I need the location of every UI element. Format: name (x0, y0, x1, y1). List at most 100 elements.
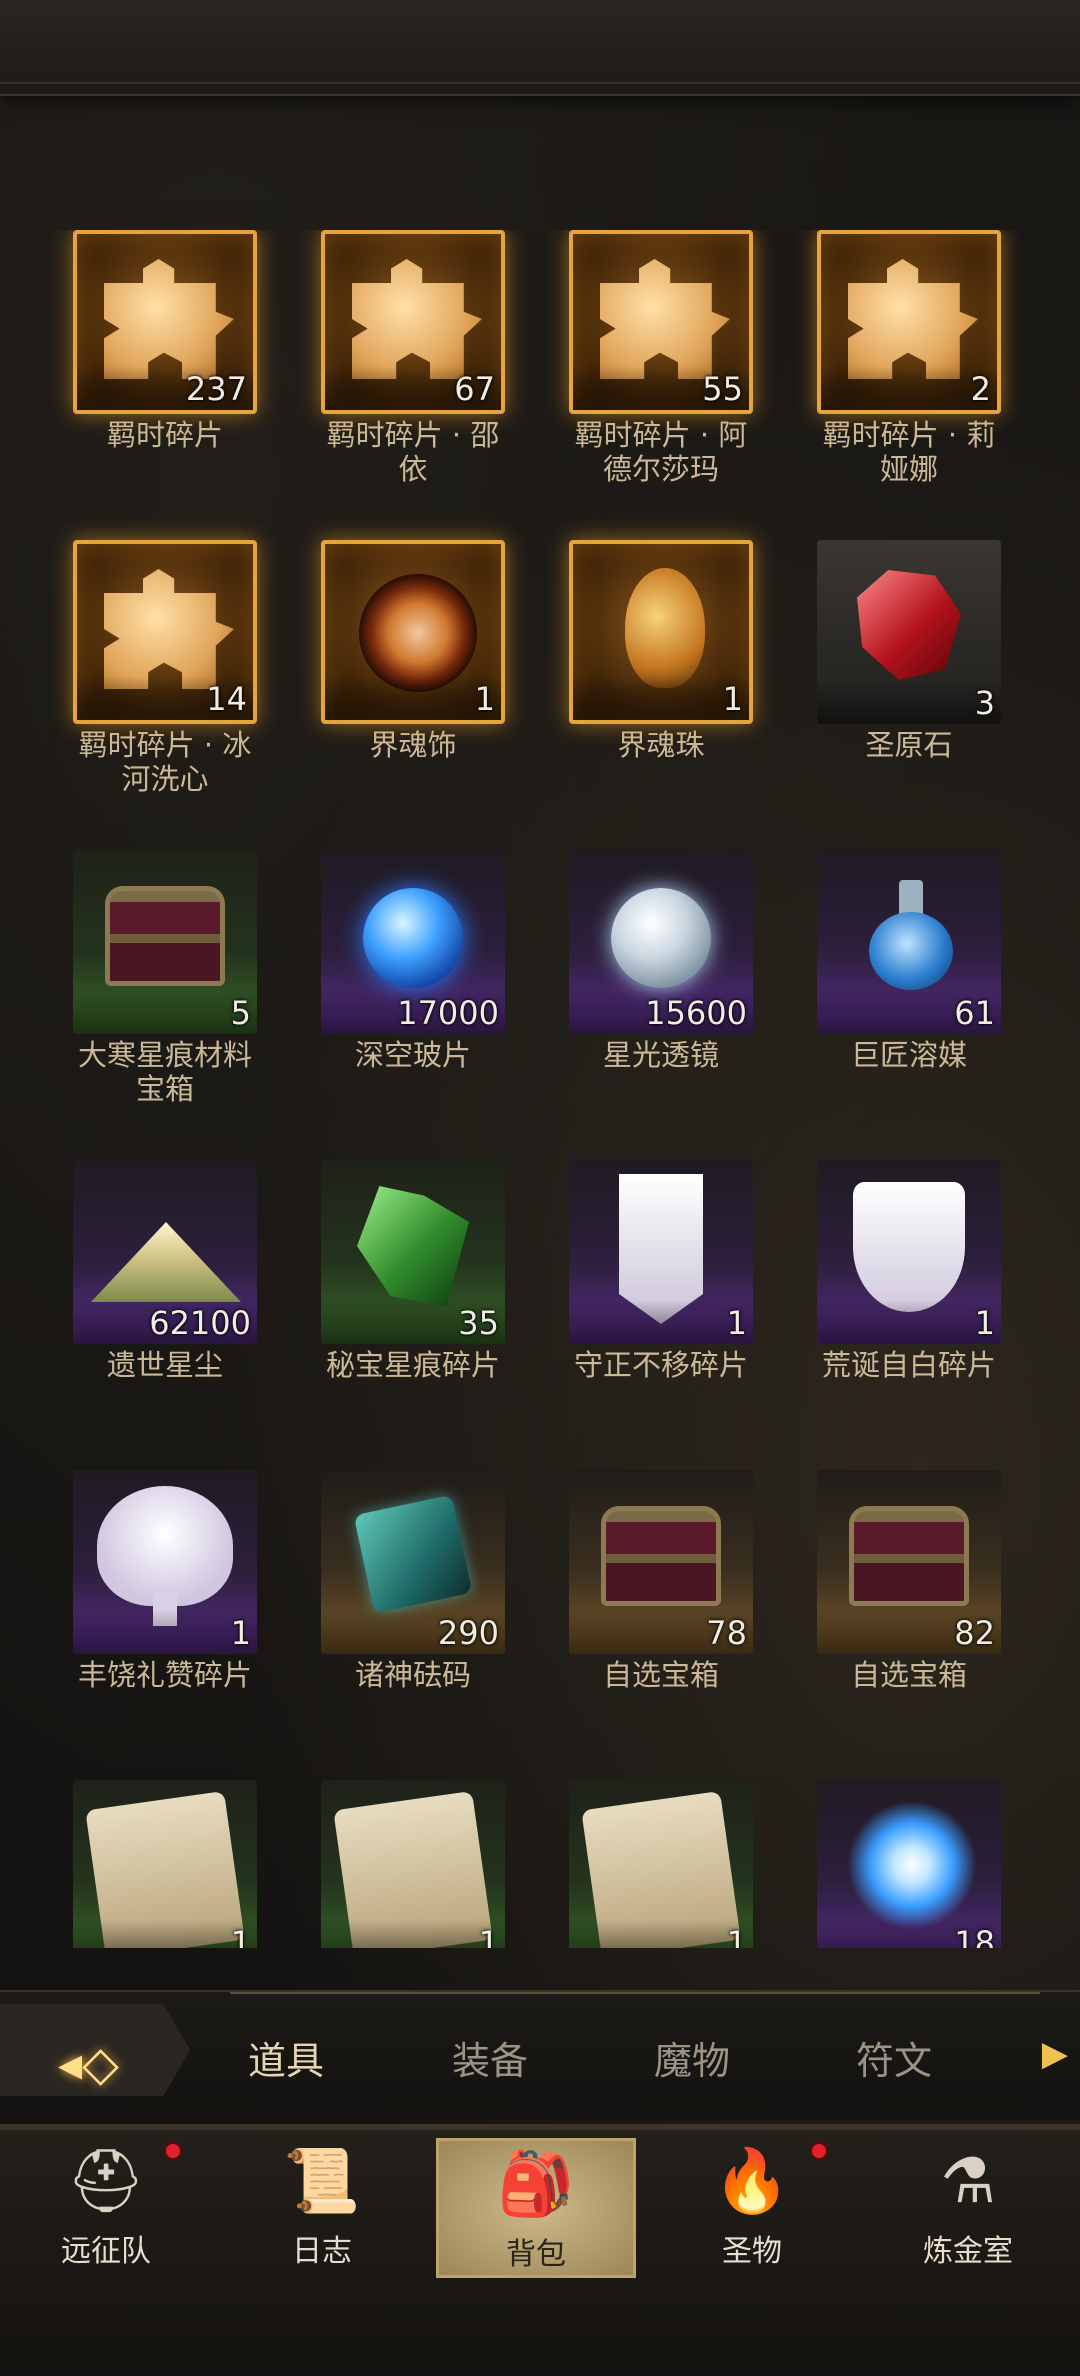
item-quantity: 3 (974, 684, 995, 722)
item-quantity: 35 (458, 1304, 499, 1342)
item-name: 羁时碎片 · 邵依 (326, 418, 500, 486)
inventory-item[interactable]: 3 圣原石 (814, 540, 1004, 762)
nav-label: 圣物 (722, 2234, 782, 2269)
tab-props[interactable]: 道具 (248, 2030, 324, 2085)
item-name: 丰饶礼赞碎片 (77, 1658, 252, 1692)
item-art-icon (357, 1186, 469, 1306)
item-slot[interactable]: 5 (73, 850, 257, 1034)
item-slot[interactable]: 237 (73, 230, 257, 414)
inventory-item[interactable]: 78 自选宝箱 (566, 1470, 756, 1692)
item-art-icon (857, 570, 961, 680)
inventory-item[interactable]: 5 大寒星痕材料宝箱 (70, 850, 260, 1106)
item-quantity: 62100 (149, 1304, 251, 1342)
item-slot[interactable]: 15600 (569, 850, 753, 1034)
inventory-item[interactable]: 1 界魂饰 (318, 540, 508, 762)
nav-journal[interactable]: 📜 日志 (222, 2138, 422, 2278)
item-quantity: 67 (454, 370, 495, 408)
item-art-icon (105, 886, 225, 986)
item-name: 自选宝箱 (602, 1658, 719, 1692)
qty-shade (569, 1300, 753, 1344)
item-art-icon (104, 569, 234, 689)
item-quantity: 1 (230, 1924, 251, 1948)
item-art-icon (601, 1506, 721, 1606)
item-slot[interactable]: 14 (73, 540, 257, 724)
item-name: 大寒星痕材料宝箱 (77, 1038, 252, 1106)
item-slot[interactable]: 1 (73, 1780, 257, 1948)
inventory-item[interactable]: 1 荒诞自白碎片 (814, 1160, 1004, 1382)
tab-equipment[interactable]: 装备 (452, 2030, 528, 2085)
journal-icon: 📜 (283, 2144, 361, 2217)
diamond-arrow-icon: ◂◇ (58, 2036, 120, 2092)
item-slot[interactable]: 2 (817, 230, 1001, 414)
inventory-item[interactable]: 2 羁时碎片 · 莉娅娜 (814, 230, 1004, 486)
item-slot[interactable]: 1 (569, 1160, 753, 1344)
item-name: 深空玻片 (354, 1038, 471, 1072)
inventory-item[interactable]: 55 羁时碎片 · 阿德尔莎玛 (566, 230, 756, 486)
inventory-item[interactable]: 1 界魂珠 (566, 540, 756, 762)
item-slot[interactable]: 17000 (321, 850, 505, 1034)
item-slot[interactable]: 290 (321, 1470, 505, 1654)
nav-backpack[interactable]: 🎒 背包 (436, 2138, 636, 2278)
item-slot[interactable]: 62100 (73, 1160, 257, 1344)
inventory-item[interactable]: 1 (318, 1780, 508, 1948)
item-art-icon (611, 888, 711, 988)
qty-shade (73, 1920, 257, 1948)
item-slot[interactable]: 35 (321, 1160, 505, 1344)
inventory-item[interactable]: 35 秘宝星痕碎片 (318, 1160, 508, 1382)
inventory-item[interactable]: 290 诸神砝码 (318, 1470, 508, 1692)
inventory-item[interactable]: 1 (566, 1780, 756, 1948)
item-quantity: 237 (185, 370, 247, 408)
item-name: 秘宝星痕碎片 (325, 1348, 500, 1382)
item-quantity: 1 (478, 1924, 499, 1948)
item-slot[interactable]: 18 (817, 1780, 1001, 1948)
inventory-item[interactable]: 237 羁时碎片 (70, 230, 260, 452)
item-slot[interactable]: 1 (321, 1780, 505, 1948)
inventory-item[interactable]: 18 (814, 1780, 1004, 1948)
inventory-item[interactable]: 1 丰饶礼赞碎片 (70, 1470, 260, 1692)
item-quantity: 17000 (397, 994, 499, 1032)
inventory-item[interactable]: 82 自选宝箱 (814, 1470, 1004, 1692)
nav-relics[interactable]: 🔥 圣物 (652, 2138, 852, 2278)
back-button[interactable]: ◂◇ (0, 2004, 190, 2096)
inventory-item[interactable]: 1 (70, 1780, 260, 1948)
item-name: 自选宝箱 (850, 1658, 967, 1692)
inventory-item[interactable]: 15600 星光透镜 (566, 850, 756, 1072)
tab-monsters[interactable]: 魔物 (654, 2030, 730, 2085)
inventory-item[interactable]: 67 羁时碎片 · 邵依 (318, 230, 508, 486)
item-slot[interactable]: 67 (321, 230, 505, 414)
item-slot[interactable]: 1 (73, 1470, 257, 1654)
item-slot[interactable]: 78 (569, 1470, 753, 1654)
item-slot[interactable]: 82 (817, 1470, 1001, 1654)
item-quantity: 1 (230, 1614, 251, 1652)
nav-expedition[interactable]: ⛑ 远征队 (6, 2138, 206, 2278)
item-quantity: 82 (954, 1614, 995, 1652)
item-art-icon (847, 1800, 977, 1930)
inventory-item[interactable]: 61 巨匠溶媒 (814, 850, 1004, 1072)
item-slot[interactable]: 55 (569, 230, 753, 414)
inventory-item[interactable]: 17000 深空玻片 (318, 850, 508, 1072)
item-art-icon (91, 1222, 241, 1302)
item-slot[interactable]: 61 (817, 850, 1001, 1034)
inventory-item[interactable]: 14 羁时碎片 · 冰河洗心 (70, 540, 260, 796)
inventory-item[interactable]: 1 守正不移碎片 (566, 1160, 756, 1382)
item-name: 星光透镜 (602, 1038, 719, 1072)
triangle-right-icon[interactable]: ▶ (1042, 2034, 1068, 2074)
qty-shade (73, 990, 257, 1034)
nav-label: 炼金室 (923, 2234, 1013, 2269)
item-quantity: 290 (437, 1614, 499, 1652)
item-slot[interactable]: 1 (569, 540, 753, 724)
item-slot[interactable]: 1 (817, 1160, 1001, 1344)
item-art-icon (97, 1486, 233, 1626)
qty-shade (321, 1920, 505, 1948)
item-slot[interactable]: 1 (569, 1780, 753, 1948)
item-slot[interactable]: 1 (321, 540, 505, 724)
inventory-item[interactable]: 62100 遗世星尘 (70, 1160, 260, 1382)
nav-alchemy[interactable]: ⚗ 炼金室 (868, 2138, 1068, 2278)
tab-runes[interactable]: 符文 (856, 2030, 932, 2085)
notification-badge (164, 2142, 182, 2160)
item-quantity: 1 (726, 1924, 747, 1948)
item-name: 羁时碎片 · 冰河洗心 (78, 728, 252, 796)
inventory-grid[interactable]: 237 羁时碎片 67 羁时碎片 · 邵依 55 羁时碎片 · 阿德尔莎玛 2 羁时碎片 · … (0, 230, 1080, 1948)
item-slot[interactable]: 3 (817, 540, 1001, 724)
item-name: 巨匠溶媒 (850, 1038, 967, 1072)
